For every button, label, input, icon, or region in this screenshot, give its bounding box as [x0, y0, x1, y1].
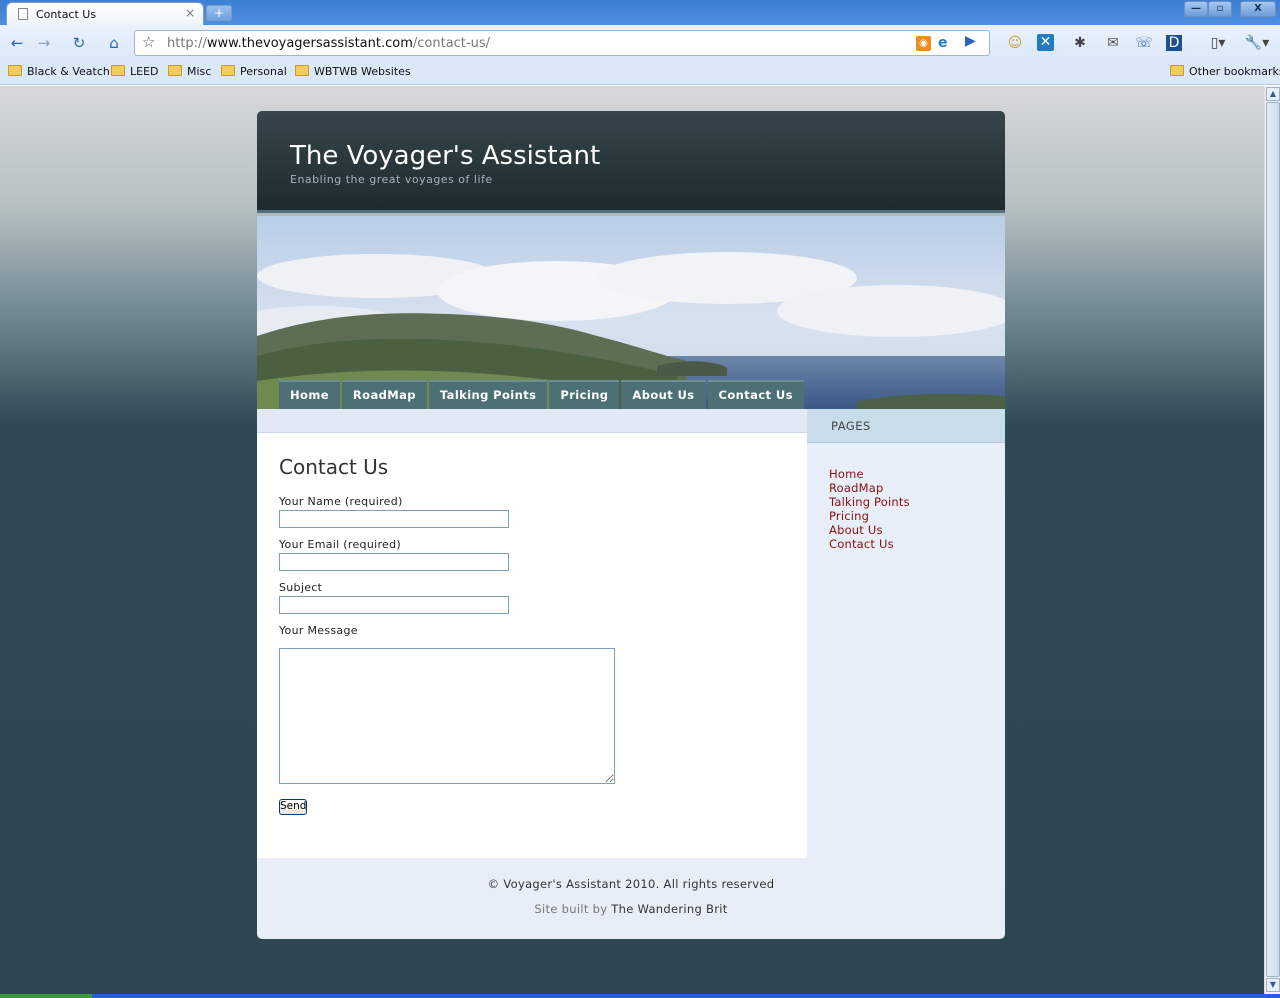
message-field[interactable]	[279, 648, 615, 784]
built-by-text: Site built by The Wandering Brit	[257, 902, 1005, 916]
forward-icon[interactable]: →	[33, 33, 55, 53]
site-header: The Voyager's Assistant Enabling the gre…	[257, 111, 1005, 213]
bookmark-folder[interactable]: WBTWB Websites	[295, 65, 411, 78]
bookmark-folder[interactable]: LEED	[111, 65, 159, 78]
folder-icon	[295, 65, 309, 76]
site-title[interactable]: The Voyager's Assistant	[290, 141, 600, 171]
browser-toolbar: ← → ↻ ⌂ ☆ http://www.thevoyagersassistan…	[0, 25, 1280, 61]
go-icon[interactable]: ▶	[965, 33, 976, 49]
nav-home[interactable]: Home	[279, 380, 340, 409]
page-menu-icon[interactable]: ▯▾	[1205, 33, 1231, 53]
scroll-up-icon[interactable]: ▲	[1266, 87, 1280, 101]
bookmark-folder[interactable]: Misc	[168, 65, 211, 78]
minimize-button[interactable]: —	[1184, 1, 1208, 17]
rss-icon[interactable]: ◉	[916, 36, 931, 51]
folder-icon	[8, 65, 22, 76]
scroll-down-icon[interactable]: ▼	[1266, 978, 1280, 992]
restore-button[interactable]: ▫	[1208, 1, 1232, 17]
folder-icon	[111, 65, 125, 76]
folder-icon	[168, 65, 182, 76]
start-button[interactable]	[0, 994, 92, 998]
main-navigation: Home RoadMap Talking Points Pricing Abou…	[279, 380, 806, 409]
sidebar: PAGES Home RoadMap Talking Points Pricin…	[807, 409, 1005, 858]
sidebar-link-home[interactable]: Home	[829, 467, 864, 481]
email-label: Your Email (required)	[279, 538, 401, 551]
built-by-link[interactable]: The Wandering Brit	[611, 902, 727, 916]
bookmark-folder[interactable]: Personal	[221, 65, 287, 78]
tab-title: Contact Us	[36, 8, 97, 21]
close-tab-icon[interactable]: ×	[185, 6, 195, 20]
copyright-text: © Voyager's Assistant 2010. All rights r…	[487, 877, 775, 891]
subject-label: Subject	[279, 581, 323, 594]
sidebar-link-talking-points[interactable]: Talking Points	[829, 495, 910, 509]
extension-smiley-icon[interactable]: ☺	[1005, 33, 1025, 53]
folder-icon	[221, 65, 235, 76]
ie-tab-icon[interactable]: e	[938, 35, 948, 51]
scrollbar-thumb[interactable]	[1266, 102, 1280, 977]
page-viewport: The Voyager's Assistant Enabling the gre…	[0, 86, 1264, 994]
tab-strip: Contact Us × + — ▫ X	[0, 0, 1280, 25]
send-button[interactable]: Send	[279, 799, 307, 815]
phone-extension-icon[interactable]: ☏	[1134, 33, 1154, 53]
nav-roadmap[interactable]: RoadMap	[341, 380, 427, 409]
nav-pricing[interactable]: Pricing	[549, 380, 620, 409]
address-bar[interactable]: ☆ http://www.thevoyagersassistant.com/co…	[134, 30, 990, 56]
built-by-prefix: Site built by	[534, 902, 608, 916]
other-bookmarks-folder[interactable]: Other bookmarks	[1170, 65, 1280, 78]
extension-x-icon[interactable]: ✕	[1037, 34, 1054, 51]
sidebar-link-roadmap[interactable]: RoadMap	[829, 481, 884, 495]
close-window-button[interactable]: X	[1240, 1, 1276, 17]
main-content: Contact Us Your Name (required) Your Ema…	[257, 409, 807, 858]
reload-icon[interactable]: ↻	[68, 33, 90, 53]
nav-talking-points[interactable]: Talking Points	[428, 380, 548, 409]
mail-checker-icon[interactable]: ✉	[1103, 33, 1123, 53]
url-text[interactable]: http://www.thevoyagersassistant.com/cont…	[167, 36, 490, 51]
email-field[interactable]	[279, 553, 509, 571]
sidebar-link-about-us[interactable]: About Us	[829, 523, 883, 537]
wrench-menu-icon[interactable]: 🔧▾	[1242, 33, 1272, 53]
home-icon[interactable]: ⌂	[103, 33, 125, 53]
bookmarks-bar: Black & Veatch LEED Misc Personal WBTWB …	[0, 61, 1280, 85]
site-container: The Voyager's Assistant Enabling the gre…	[257, 111, 1005, 939]
site-tagline: Enabling the great voyages of life	[290, 173, 493, 186]
site-footer: © Voyager's Assistant 2010. All rights r…	[257, 858, 1005, 939]
nav-contact-us[interactable]: Contact Us	[707, 380, 804, 409]
message-label: Your Message	[279, 624, 358, 637]
tab-contact-us[interactable]: Contact Us ×	[6, 2, 204, 25]
vertical-scrollbar[interactable]: ▲ ▼	[1264, 86, 1280, 994]
page-title: Contact Us	[279, 455, 389, 479]
windows-taskbar	[0, 994, 1280, 998]
sidebar-title: PAGES	[831, 419, 871, 433]
extension-d-icon[interactable]: D	[1166, 35, 1182, 51]
page-icon	[18, 8, 28, 20]
sidebar-link-contact-us[interactable]: Contact Us	[829, 537, 894, 551]
back-icon[interactable]: ←	[6, 33, 28, 53]
sidebar-header: PAGES	[807, 409, 1005, 443]
nav-about-us[interactable]: About Us	[621, 380, 706, 409]
folder-icon	[1170, 65, 1184, 76]
extension-bug-icon[interactable]: ✱	[1070, 33, 1090, 53]
sidebar-link-pricing[interactable]: Pricing	[829, 509, 869, 523]
bookmark-star-icon[interactable]: ☆	[142, 33, 155, 51]
content-top-strip	[257, 409, 807, 433]
new-tab-button[interactable]: +	[206, 5, 232, 21]
name-label: Your Name (required)	[279, 495, 403, 508]
bookmark-folder[interactable]: Black & Veatch	[8, 65, 110, 78]
subject-field[interactable]	[279, 596, 509, 614]
name-field[interactable]	[279, 510, 509, 528]
